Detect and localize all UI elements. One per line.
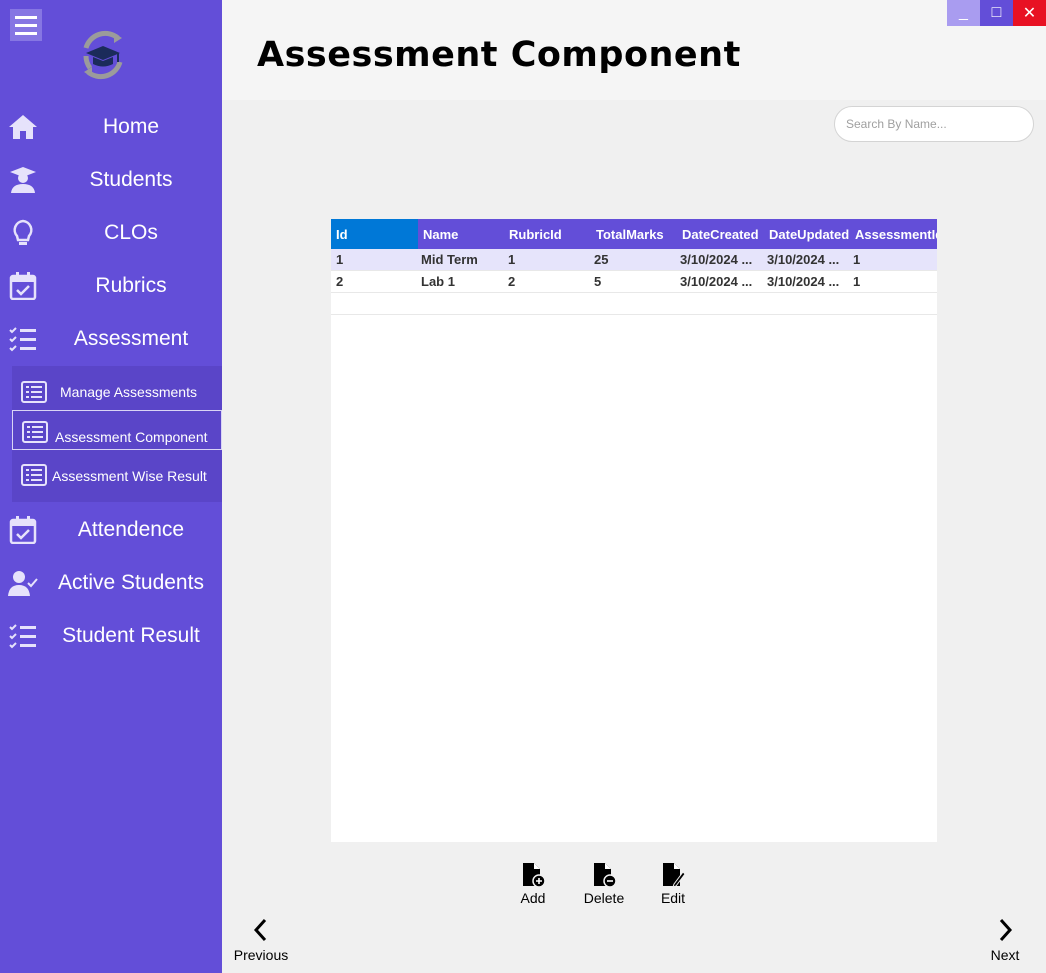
column-header-rubricid[interactable]: RubricId <box>504 219 591 249</box>
sidebar-item-label: Rubrics <box>95 274 167 297</box>
table-cell: Lab 1 <box>421 274 455 289</box>
checklist-icon <box>9 327 36 352</box>
table-cell: 2 <box>508 274 516 289</box>
sidebar-item-label: Student Result <box>62 624 200 647</box>
chevron-right-icon <box>999 918 1013 942</box>
column-header-totalmarks[interactable]: TotalMarks <box>591 219 677 249</box>
table-row[interactable]: 1 Mid Term 1 25 3/10/2024 ... 3/10/2024 … <box>331 249 937 271</box>
sidebar-item-students[interactable]: Students <box>0 158 222 202</box>
list-icon <box>21 464 47 486</box>
sidebar-item-assessment[interactable]: Assessment <box>0 317 222 361</box>
sidebar-item-rubrics[interactable]: Rubrics <box>0 264 222 308</box>
assessment-submenu: Manage Assessments Assessment Component … <box>12 366 222 502</box>
sidebar-item-label: Attendence <box>77 518 185 541</box>
table-row[interactable]: 2 Lab 1 2 5 3/10/2024 ... 3/10/2024 ... … <box>331 271 937 293</box>
hamburger-menu-icon[interactable] <box>10 9 42 41</box>
calendar-check-icon <box>9 516 37 544</box>
lightbulb-icon <box>13 219 33 245</box>
sidebar-item-home[interactable]: Home <box>0 105 222 149</box>
column-header-dateupdated[interactable]: DateUpdated <box>764 219 850 249</box>
submenu-item-label: Assessment Component <box>55 429 208 445</box>
minimize-button[interactable]: _ <box>947 0 980 26</box>
delete-label: Delete <box>583 890 625 906</box>
table-cell: 3/10/2024 ... <box>680 252 753 267</box>
table-cell: 3/10/2024 ... <box>680 274 753 289</box>
delete-button[interactable]: Delete <box>574 862 634 908</box>
close-icon: ✕ <box>1022 5 1037 22</box>
edit-label: Edit <box>660 890 686 906</box>
file-remove-icon <box>594 863 617 888</box>
table-cell: 25 <box>594 252 609 267</box>
sidebar-item-label: Active Students <box>58 571 204 594</box>
sidebar-item-active-students[interactable]: Active Students <box>0 561 222 605</box>
list-icon <box>21 381 47 403</box>
table-cell: 1 <box>508 252 516 267</box>
chevron-left-icon <box>253 918 267 942</box>
submenu-item-assessment-wise-result[interactable]: Assessment Wise Result <box>12 454 222 496</box>
user-check-icon <box>8 571 38 596</box>
table-cell: 5 <box>594 274 602 289</box>
sidebar-item-label: Assessment <box>73 327 189 350</box>
table-cell: 1 <box>336 252 344 267</box>
add-button[interactable]: Add <box>503 862 563 908</box>
header: Assessment Component <box>222 0 1046 100</box>
sidebar-item-attendence[interactable]: Attendence <box>0 508 222 552</box>
assessment-component-grid[interactable]: Id Name RubricId TotalMarks DateCreated … <box>331 219 937 842</box>
submenu-item-manage-assessments[interactable]: Manage Assessments <box>12 371 222 413</box>
submenu-item-label: Manage Assessments <box>60 384 197 400</box>
sidebar: Home Students CLOs Rubrics Assessment Ma… <box>0 0 222 973</box>
page-title: Assessment Component <box>257 35 741 75</box>
column-header-datecreated[interactable]: DateCreated <box>677 219 764 249</box>
checklist-icon <box>9 624 36 649</box>
edit-button[interactable]: Edit <box>643 862 703 908</box>
file-edit-icon <box>663 863 686 888</box>
table-cell: 1 <box>853 274 861 289</box>
list-icon <box>22 421 48 443</box>
table-cell: 2 <box>336 274 344 289</box>
next-button[interactable]: Next <box>970 918 1040 968</box>
column-header-assessmentid[interactable]: AssessmentId <box>850 219 937 249</box>
column-header-id[interactable]: Id <box>331 219 418 249</box>
maximize-icon: □ <box>991 4 1002 21</box>
previous-button[interactable]: Previous <box>226 918 296 968</box>
graduate-icon <box>10 167 36 193</box>
sidebar-item-label: Students <box>89 168 173 191</box>
table-cell: 3/10/2024 ... <box>767 274 840 289</box>
grid-header: Id Name RubricId TotalMarks DateCreated … <box>331 219 937 249</box>
home-icon <box>9 115 37 139</box>
add-label: Add <box>520 890 546 906</box>
table-cell: 3/10/2024 ... <box>767 252 840 267</box>
previous-label: Previous <box>233 947 289 963</box>
table-cell: Mid Term <box>421 252 478 267</box>
sidebar-item-label: Home <box>102 115 160 138</box>
table-cell: 1 <box>853 252 861 267</box>
close-button[interactable]: ✕ <box>1013 0 1046 26</box>
file-add-icon <box>523 863 546 888</box>
submenu-item-label: Assessment Wise Result <box>52 468 207 484</box>
sidebar-item-clos[interactable]: CLOs <box>0 211 222 255</box>
sidebar-item-student-result[interactable]: Student Result <box>0 614 222 658</box>
column-header-name[interactable]: Name <box>418 219 504 249</box>
next-label: Next <box>990 947 1020 963</box>
minimize-icon: _ <box>959 4 968 21</box>
sidebar-item-label: CLOs <box>104 221 158 244</box>
maximize-button[interactable]: □ <box>980 0 1013 26</box>
graduation-cap-logo <box>83 30 123 80</box>
search-input[interactable] <box>834 106 1034 142</box>
new-row-placeholder[interactable] <box>331 293 937 315</box>
submenu-item-assessment-component[interactable]: Assessment Component <box>12 410 222 450</box>
calendar-check-icon <box>9 272 37 300</box>
